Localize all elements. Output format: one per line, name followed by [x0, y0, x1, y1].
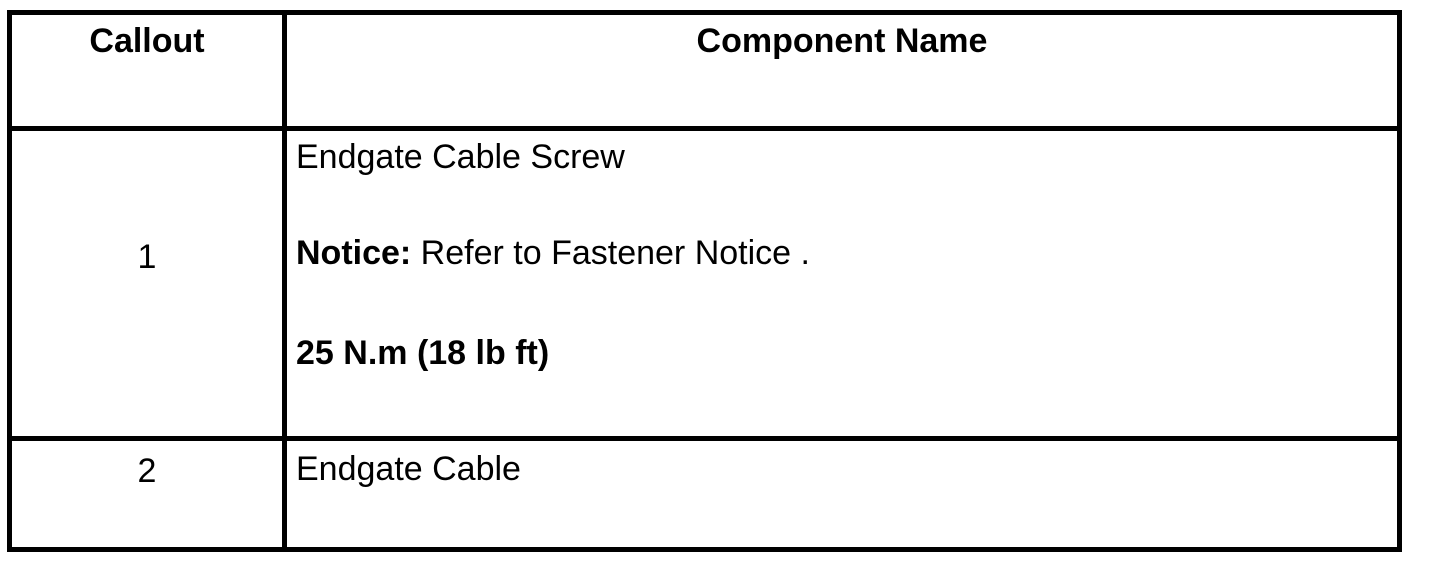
callout-number: 2: [137, 452, 157, 490]
torque-spec: 25 N.m (18 lb ft): [296, 334, 550, 372]
row-divider: [12, 436, 1397, 441]
notice-text: Refer to Fastener Notice .: [411, 234, 810, 272]
column-divider: [282, 15, 287, 547]
component-table: Callout Component Name 1 Endgate Cable S…: [7, 10, 1402, 552]
notice-line: Notice: Refer to Fastener Notice .: [296, 233, 810, 273]
header-row-divider: [12, 126, 1397, 131]
component-name: Endgate Cable Screw: [296, 138, 625, 176]
notice-label: Notice:: [296, 234, 412, 272]
component-name-column-header: Component Name: [696, 22, 988, 60]
callout-number: 1: [137, 238, 157, 276]
callout-column-header: Callout: [89, 22, 205, 60]
component-name: Endgate Cable: [296, 450, 521, 488]
